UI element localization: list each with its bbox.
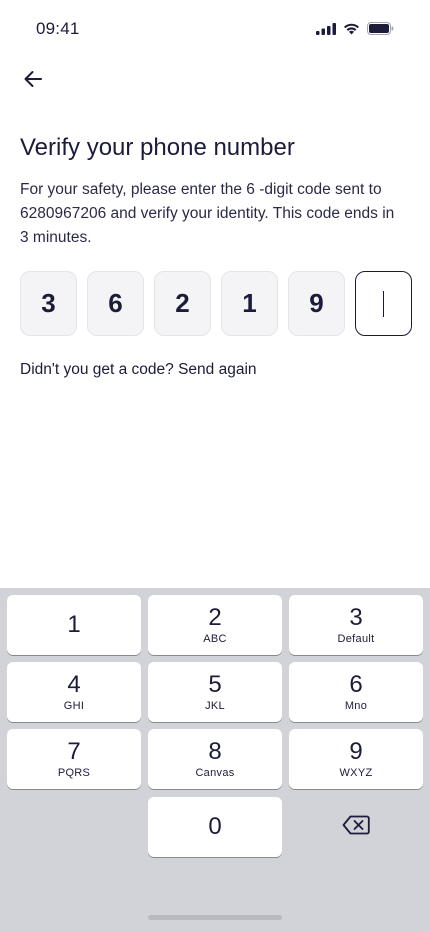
otp-digit-2[interactable]: 6 (87, 271, 144, 336)
otp-digit-4[interactable]: 1 (221, 271, 278, 336)
verify-phone-screen: 09:41 Verify your phone number For your … (0, 0, 430, 932)
page-title: Verify your phone number (20, 134, 295, 161)
key-letters: Mno (344, 700, 368, 712)
key-number: 2 (208, 604, 222, 631)
key-number: 8 (208, 738, 222, 765)
key-number: 9 (349, 738, 363, 765)
key-1[interactable]: 1 (7, 595, 141, 655)
key-number: 1 (67, 611, 81, 638)
arrow-left-icon (23, 70, 43, 93)
wifi-icon (343, 22, 360, 40)
back-button[interactable] (18, 66, 48, 96)
key-number: 6 (349, 671, 363, 698)
key-6[interactable]: 6 Mno (289, 662, 423, 722)
key-5[interactable]: 5 JKL (148, 662, 282, 722)
battery-icon (367, 22, 394, 40)
key-letters: Default (337, 633, 375, 645)
status-icons (316, 22, 394, 40)
key-letters: PQRS (57, 767, 91, 779)
key-4[interactable]: 4 GHI (7, 662, 141, 722)
resend-prompt: Didn't you get a code? (20, 361, 174, 378)
key-number: 5 (208, 671, 222, 698)
key-number: 7 (67, 738, 81, 765)
key-letters: ABC (203, 633, 227, 645)
home-indicator[interactable] (148, 915, 282, 920)
otp-digit-3[interactable]: 2 (154, 271, 211, 336)
key-number: 3 (349, 604, 363, 631)
key-letters: WXYZ (339, 767, 373, 779)
page-description: For your safety, please enter the 6 -dig… (20, 181, 395, 246)
signal-icon (316, 22, 336, 40)
status-bar: 09:41 (0, 0, 430, 60)
text-cursor (382, 290, 385, 317)
key-8[interactable]: 8 Canvas (148, 729, 282, 789)
key-2[interactable]: 2 ABC (148, 595, 282, 655)
key-letters: JKL (205, 700, 225, 712)
key-number: 4 (67, 671, 81, 698)
otp-digit-5[interactable]: 9 (288, 271, 345, 336)
otp-input-row: 3 6 2 1 9 (20, 271, 412, 336)
send-again-link[interactable]: Send again (178, 361, 256, 378)
key-number: 0 (208, 813, 222, 840)
numeric-keypad: 1 2 ABC 3 Default 4 GHI 5 JKL 6 Mno 7 PQ… (0, 588, 430, 932)
resend-row: Didn't you get a code? Send again (20, 361, 257, 379)
otp-digit-6[interactable] (355, 271, 412, 336)
otp-digit-1[interactable]: 3 (20, 271, 77, 336)
key-3[interactable]: 3 Default (289, 595, 423, 655)
key-0[interactable]: 0 (148, 797, 282, 857)
key-7[interactable]: 7 PQRS (7, 729, 141, 789)
key-letters: GHI (63, 700, 85, 712)
backspace-icon (342, 815, 370, 840)
status-time: 09:41 (36, 19, 80, 38)
key-9[interactable]: 9 WXYZ (289, 729, 423, 789)
delete-button[interactable] (289, 797, 423, 857)
key-letters: Canvas (195, 767, 235, 779)
